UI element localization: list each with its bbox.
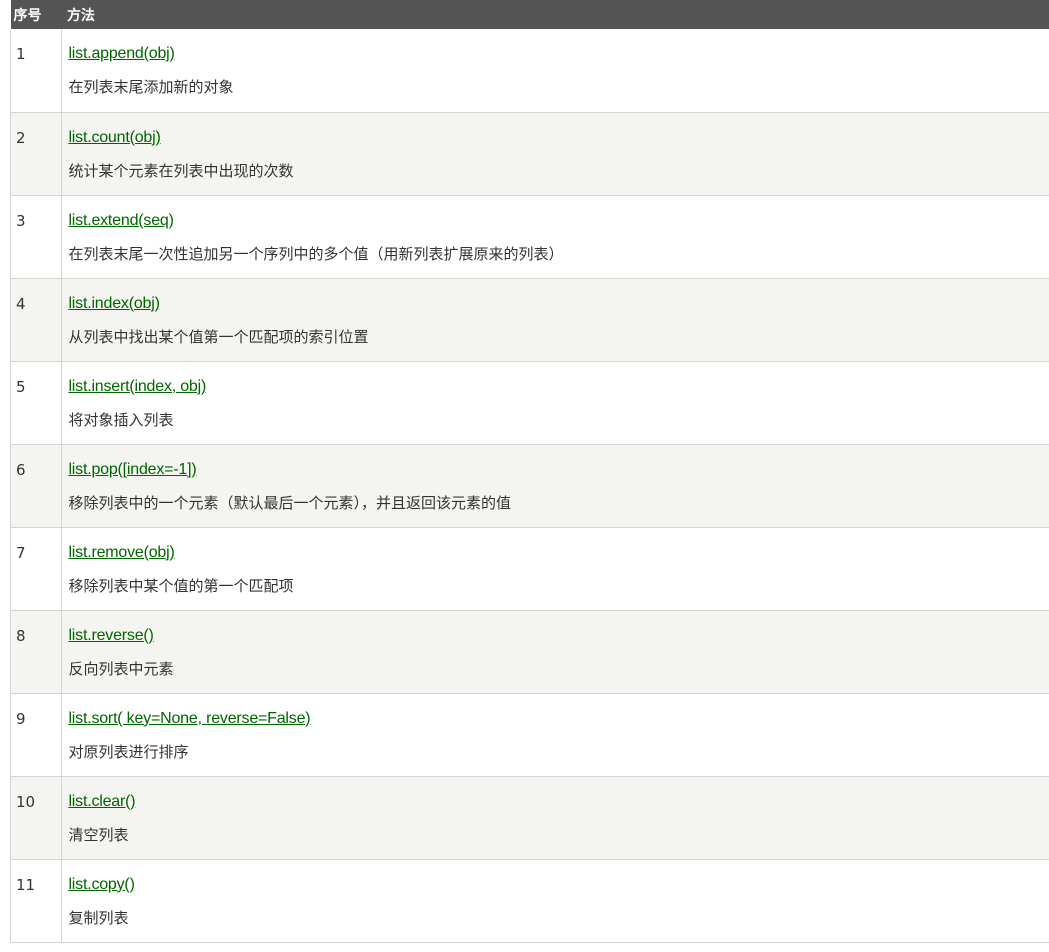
table-body: 1 list.append(obj) 在列表末尾添加新的对象 2 list.co…: [9, 29, 1049, 943]
method-description: 移除列表中某个值的第一个匹配项: [68, 576, 294, 595]
method-link[interactable]: list.append(obj): [68, 45, 1049, 63]
row-number: 4: [9, 278, 63, 362]
method-link[interactable]: list.insert(index, obj): [68, 378, 1049, 396]
table-row: 4 list.index(obj) 从列表中找出某个值第一个匹配项的索引位置: [9, 278, 1049, 362]
method-cell: list.copy() 复制列表: [61, 859, 1049, 943]
method-cell: list.index(obj) 从列表中找出某个值第一个匹配项的索引位置: [61, 278, 1049, 362]
method-description: 将对象插入列表: [68, 410, 174, 429]
method-cell: list.reverse() 反向列表中元素: [61, 610, 1049, 694]
method-description: 复制列表: [68, 908, 129, 927]
row-number: 1: [9, 29, 63, 113]
method-description: 在列表末尾一次性追加另一个序列中的多个值（用新列表扩展原来的列表）: [68, 244, 564, 263]
header-row: 序号 方法: [10, 0, 1049, 29]
method-link[interactable]: list.index(obj): [68, 295, 1049, 313]
method-description: 清空列表: [68, 825, 129, 844]
method-link[interactable]: list.copy(): [68, 876, 1049, 894]
method-link[interactable]: list.remove(obj): [68, 544, 1049, 562]
method-cell: list.append(obj) 在列表末尾添加新的对象: [61, 29, 1049, 113]
method-link[interactable]: list.count(obj): [68, 129, 1049, 147]
row-number: 10: [9, 776, 63, 860]
method-cell: list.count(obj) 统计某个元素在列表中出现的次数: [61, 112, 1049, 196]
method-cell: list.sort( key=None, reverse=False) 对原列表…: [61, 693, 1049, 777]
table-header: 序号 方法: [10, 0, 1049, 29]
table-row: 5 list.insert(index, obj) 将对象插入列表: [9, 361, 1049, 445]
method-description: 反向列表中元素: [68, 659, 174, 678]
method-cell: list.extend(seq) 在列表末尾一次性追加另一个序列中的多个值（用新…: [61, 195, 1049, 279]
table-row: 3 list.extend(seq) 在列表末尾一次性追加另一个序列中的多个值（…: [9, 195, 1049, 279]
row-number: 5: [9, 361, 63, 445]
method-description: 对原列表进行排序: [68, 742, 189, 761]
table-row: 1 list.append(obj) 在列表末尾添加新的对象: [9, 29, 1049, 113]
row-number: 3: [9, 195, 63, 279]
method-cell: list.clear() 清空列表: [61, 776, 1049, 860]
method-link[interactable]: list.extend(seq): [68, 212, 1049, 230]
table-row: 2 list.count(obj) 统计某个元素在列表中出现的次数: [9, 112, 1049, 196]
method-link[interactable]: list.sort( key=None, reverse=False): [68, 710, 1049, 728]
table-row: 11 list.copy() 复制列表: [9, 859, 1049, 943]
method-cell: list.pop([index=-1]) 移除列表中的一个元素（默认最后一个元素…: [61, 444, 1049, 528]
row-number: 8: [9, 610, 63, 694]
header-number: 序号: [13, 7, 42, 24]
method-description: 在列表末尾添加新的对象: [68, 78, 234, 96]
row-number: 11: [9, 859, 63, 943]
method-cell: list.insert(index, obj) 将对象插入列表: [61, 361, 1049, 445]
methods-table: 序号 方法 1 list.append(obj) 在列表末尾添加新的对象 2 l…: [9, 0, 1049, 943]
method-link[interactable]: list.clear(): [68, 793, 1049, 811]
table-row: 7 list.remove(obj) 移除列表中某个值的第一个匹配项: [9, 527, 1049, 611]
method-link[interactable]: list.reverse(): [68, 627, 1049, 645]
table-row: 6 list.pop([index=-1]) 移除列表中的一个元素（默认最后一个…: [9, 444, 1049, 528]
row-number: 6: [9, 444, 63, 528]
row-number: 7: [9, 527, 63, 611]
header-method: 方法: [66, 7, 95, 24]
row-number: 2: [9, 112, 63, 196]
method-cell: list.remove(obj) 移除列表中某个值的第一个匹配项: [61, 527, 1049, 611]
table-row: 10 list.clear() 清空列表: [9, 776, 1049, 860]
method-link[interactable]: list.pop([index=-1]): [68, 461, 1049, 479]
table-row: 9 list.sort( key=None, reverse=False) 对原…: [9, 693, 1049, 777]
method-description: 从列表中找出某个值第一个匹配项的索引位置: [68, 327, 369, 346]
method-description: 移除列表中的一个元素（默认最后一个元素），并且返回该元素的值: [68, 493, 511, 512]
row-number: 9: [9, 693, 63, 777]
method-description: 统计某个元素在列表中出现的次数: [68, 161, 294, 180]
table-row: 8 list.reverse() 反向列表中元素: [9, 610, 1049, 694]
